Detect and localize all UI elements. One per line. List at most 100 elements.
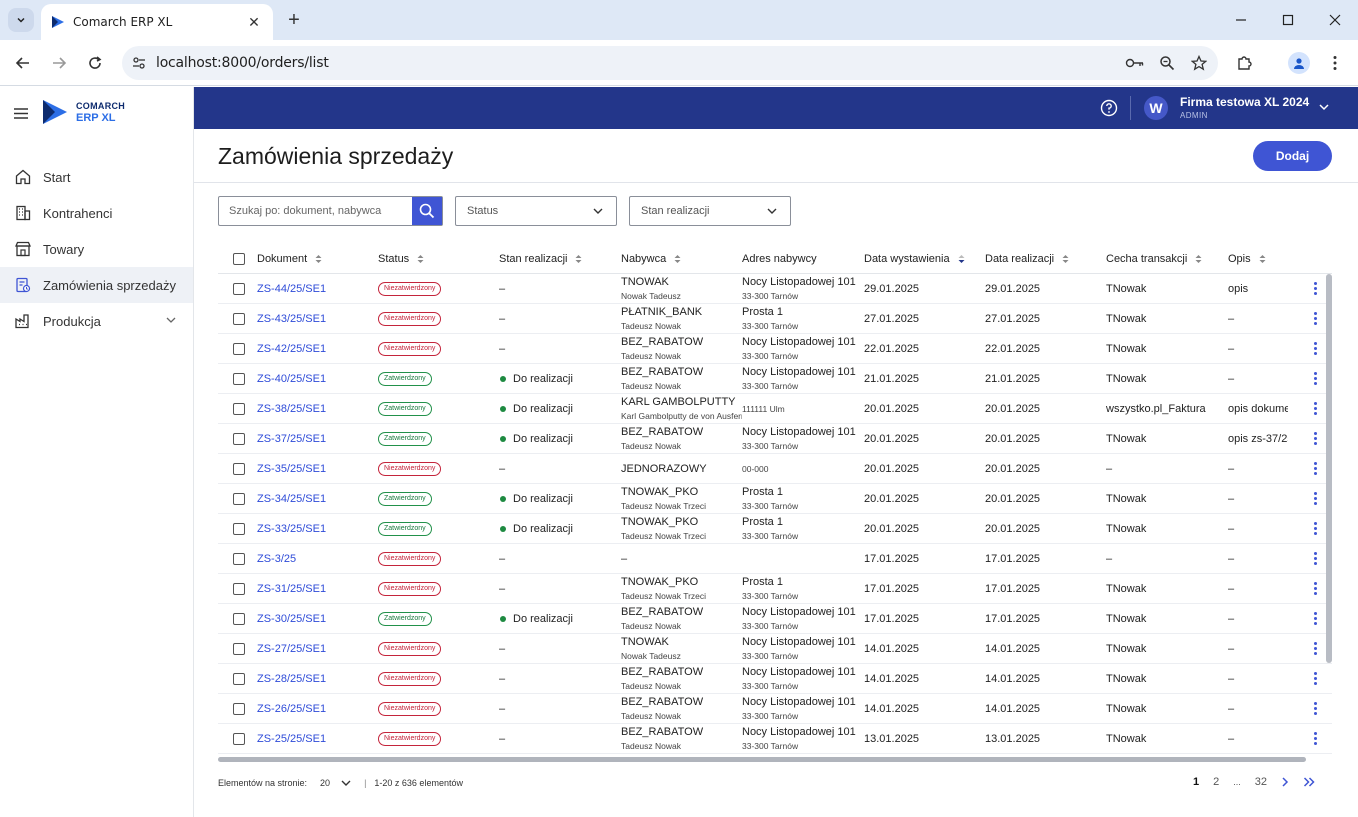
search-button[interactable] [412, 197, 442, 225]
document-link[interactable]: ZS-42/25/SE1 [257, 343, 326, 355]
minimize-button[interactable] [1226, 6, 1256, 34]
document-link[interactable]: ZS-38/25/SE1 [257, 403, 326, 415]
profile-button[interactable] [1286, 50, 1312, 76]
table-row[interactable]: ZS-34/25/SE1 Zatwierdzony Do realizacji TNO… [218, 484, 1332, 514]
document-link[interactable]: ZS-27/25/SE1 [257, 643, 326, 655]
password-key-icon[interactable] [1122, 50, 1148, 76]
extensions-icon[interactable] [1232, 50, 1258, 76]
table-row[interactable]: ZS-44/25/SE1 Niezatwierdzony – TNOWAK Nowak … [218, 274, 1332, 304]
more-actions-icon[interactable] [1313, 642, 1317, 655]
row-checkbox[interactable] [233, 582, 245, 595]
row-checkbox[interactable] [233, 492, 245, 505]
site-settings-icon[interactable] [122, 46, 156, 80]
page-32[interactable]: 32 [1255, 776, 1267, 788]
horizontal-scrollbar[interactable] [218, 757, 1306, 762]
chevron-down-icon[interactable] [165, 315, 177, 325]
more-actions-icon[interactable] [1313, 732, 1317, 745]
more-actions-icon[interactable] [1313, 372, 1317, 385]
more-actions-icon[interactable] [1313, 462, 1317, 475]
document-link[interactable]: ZS-25/25/SE1 [257, 733, 326, 745]
search-input[interactable] [219, 197, 412, 225]
table-row[interactable]: ZS-28/25/SE1 Niezatwierdzony – BEZ_RABATOW T… [218, 664, 1332, 694]
document-link[interactable]: ZS-30/25/SE1 [257, 613, 326, 625]
address-bar[interactable]: localhost:8000/orders/list [122, 46, 1218, 80]
select-all-checkbox[interactable] [233, 252, 245, 265]
document-link[interactable]: ZS-28/25/SE1 [257, 673, 326, 685]
table-row[interactable]: ZS-43/25/SE1 Niezatwierdzony – PŁATNIK_BANK… [218, 304, 1332, 334]
table-row[interactable]: ZS-3/25 Niezatwierdzony – – 17.01.2025 17.01.… [218, 544, 1332, 574]
column-header-dokument[interactable]: Dokument [257, 244, 378, 274]
row-checkbox[interactable] [233, 672, 245, 685]
table-row[interactable]: ZS-30/25/SE1 Zatwierdzony Do realizacji BEZ… [218, 604, 1332, 634]
help-icon[interactable] [1100, 99, 1118, 117]
new-tab-button[interactable]: + [282, 8, 306, 32]
more-actions-icon[interactable] [1313, 342, 1317, 355]
table-row[interactable]: ZS-35/25/SE1 Niezatwierdzony – JEDNORAZOWY 0… [218, 454, 1332, 484]
page-1[interactable]: 1 [1193, 776, 1199, 788]
row-checkbox[interactable] [233, 282, 245, 295]
table-row[interactable]: ZS-42/25/SE1 Niezatwierdzony – BEZ_RABATOW T… [218, 334, 1332, 364]
forward-button[interactable] [46, 50, 72, 76]
table-row[interactable]: ZS-26/25/SE1 Niezatwierdzony – BEZ_RABATOW T… [218, 694, 1332, 724]
column-header-cecha-transakcji[interactable]: Cecha transakcji [1106, 244, 1228, 274]
stan-filter-select[interactable]: Stan realizacji [629, 196, 791, 226]
row-checkbox[interactable] [233, 342, 245, 355]
column-header-opis[interactable]: Opis [1228, 244, 1288, 274]
browser-menu-icon[interactable] [1322, 50, 1348, 76]
more-actions-icon[interactable] [1313, 432, 1317, 445]
user-avatar[interactable]: W [1144, 96, 1168, 120]
zoom-icon[interactable] [1154, 50, 1180, 76]
document-link[interactable]: ZS-43/25/SE1 [257, 313, 326, 325]
company-selector[interactable]: Firma testowa XL 2024 ADMIN [1180, 95, 1309, 120]
chevron-down-icon[interactable] [340, 778, 352, 788]
document-link[interactable]: ZS-33/25/SE1 [257, 523, 326, 535]
row-checkbox[interactable] [233, 612, 245, 625]
document-link[interactable]: ZS-37/25/SE1 [257, 433, 326, 445]
table-row[interactable]: ZS-37/25/SE1 Zatwierdzony Do realizacji BEZ… [218, 424, 1332, 454]
per-page-select[interactable]: 20 [320, 778, 330, 788]
more-actions-icon[interactable] [1313, 672, 1317, 685]
hamburger-menu-icon[interactable] [12, 105, 32, 121]
table-row[interactable]: ZS-40/25/SE1 Zatwierdzony Do realizacji BEZ… [218, 364, 1332, 394]
more-actions-icon[interactable] [1313, 492, 1317, 505]
document-link[interactable]: ZS-31/25/SE1 [257, 583, 326, 595]
document-link[interactable]: ZS-26/25/SE1 [257, 703, 326, 715]
row-checkbox[interactable] [233, 702, 245, 715]
tab-search-button[interactable] [8, 8, 34, 32]
more-actions-icon[interactable] [1313, 552, 1317, 565]
column-header-data-realizacji[interactable]: Data realizacji [985, 244, 1106, 274]
sidebar-item-towary[interactable]: Towary [0, 231, 193, 267]
row-checkbox[interactable] [233, 462, 245, 475]
row-checkbox[interactable] [233, 642, 245, 655]
more-actions-icon[interactable] [1313, 312, 1317, 325]
more-actions-icon[interactable] [1313, 582, 1317, 595]
browser-tab[interactable]: Comarch ERP XL ✕ [41, 4, 273, 40]
sidebar-item-zamowienia-sprzedazy[interactable]: Zamówienia sprzedaży [0, 267, 193, 303]
row-checkbox[interactable] [233, 402, 245, 415]
page-2[interactable]: 2 [1213, 776, 1219, 788]
add-button[interactable]: Dodaj [1253, 141, 1332, 171]
document-link[interactable]: ZS-34/25/SE1 [257, 493, 326, 505]
tab-close-icon[interactable]: ✕ [245, 13, 263, 31]
document-link[interactable]: ZS-40/25/SE1 [257, 373, 326, 385]
table-row[interactable]: ZS-31/25/SE1 Niezatwierdzony – TNOWAK_PKO Ta… [218, 574, 1332, 604]
bookmark-star-icon[interactable] [1186, 50, 1212, 76]
sidebar-item-produkcja[interactable]: Produkcja [0, 303, 193, 339]
more-actions-icon[interactable] [1313, 402, 1317, 415]
document-link[interactable]: ZS-35/25/SE1 [257, 463, 326, 475]
more-actions-icon[interactable] [1313, 702, 1317, 715]
table-row[interactable]: ZS-33/25/SE1 Zatwierdzony Do realizacji TNO… [218, 514, 1332, 544]
row-checkbox[interactable] [233, 522, 245, 535]
row-checkbox[interactable] [233, 732, 245, 745]
row-checkbox[interactable] [233, 312, 245, 325]
column-header-nabywca[interactable]: Nabywca [621, 244, 742, 274]
double-chevron-right-icon[interactable] [1303, 776, 1315, 788]
column-header-data-wystawienia[interactable]: Data wystawienia [864, 244, 985, 274]
vertical-scrollbar[interactable] [1326, 274, 1332, 663]
document-link[interactable]: ZS-44/25/SE1 [257, 283, 326, 295]
close-window-button[interactable] [1320, 6, 1350, 34]
row-checkbox[interactable] [233, 432, 245, 445]
document-link[interactable]: ZS-3/25 [257, 553, 296, 565]
table-row[interactable]: ZS-27/25/SE1 Niezatwierdzony – TNOWAK Nowak … [218, 634, 1332, 664]
table-row[interactable]: ZS-38/25/SE1 Zatwierdzony Do realizacji KAR… [218, 394, 1332, 424]
